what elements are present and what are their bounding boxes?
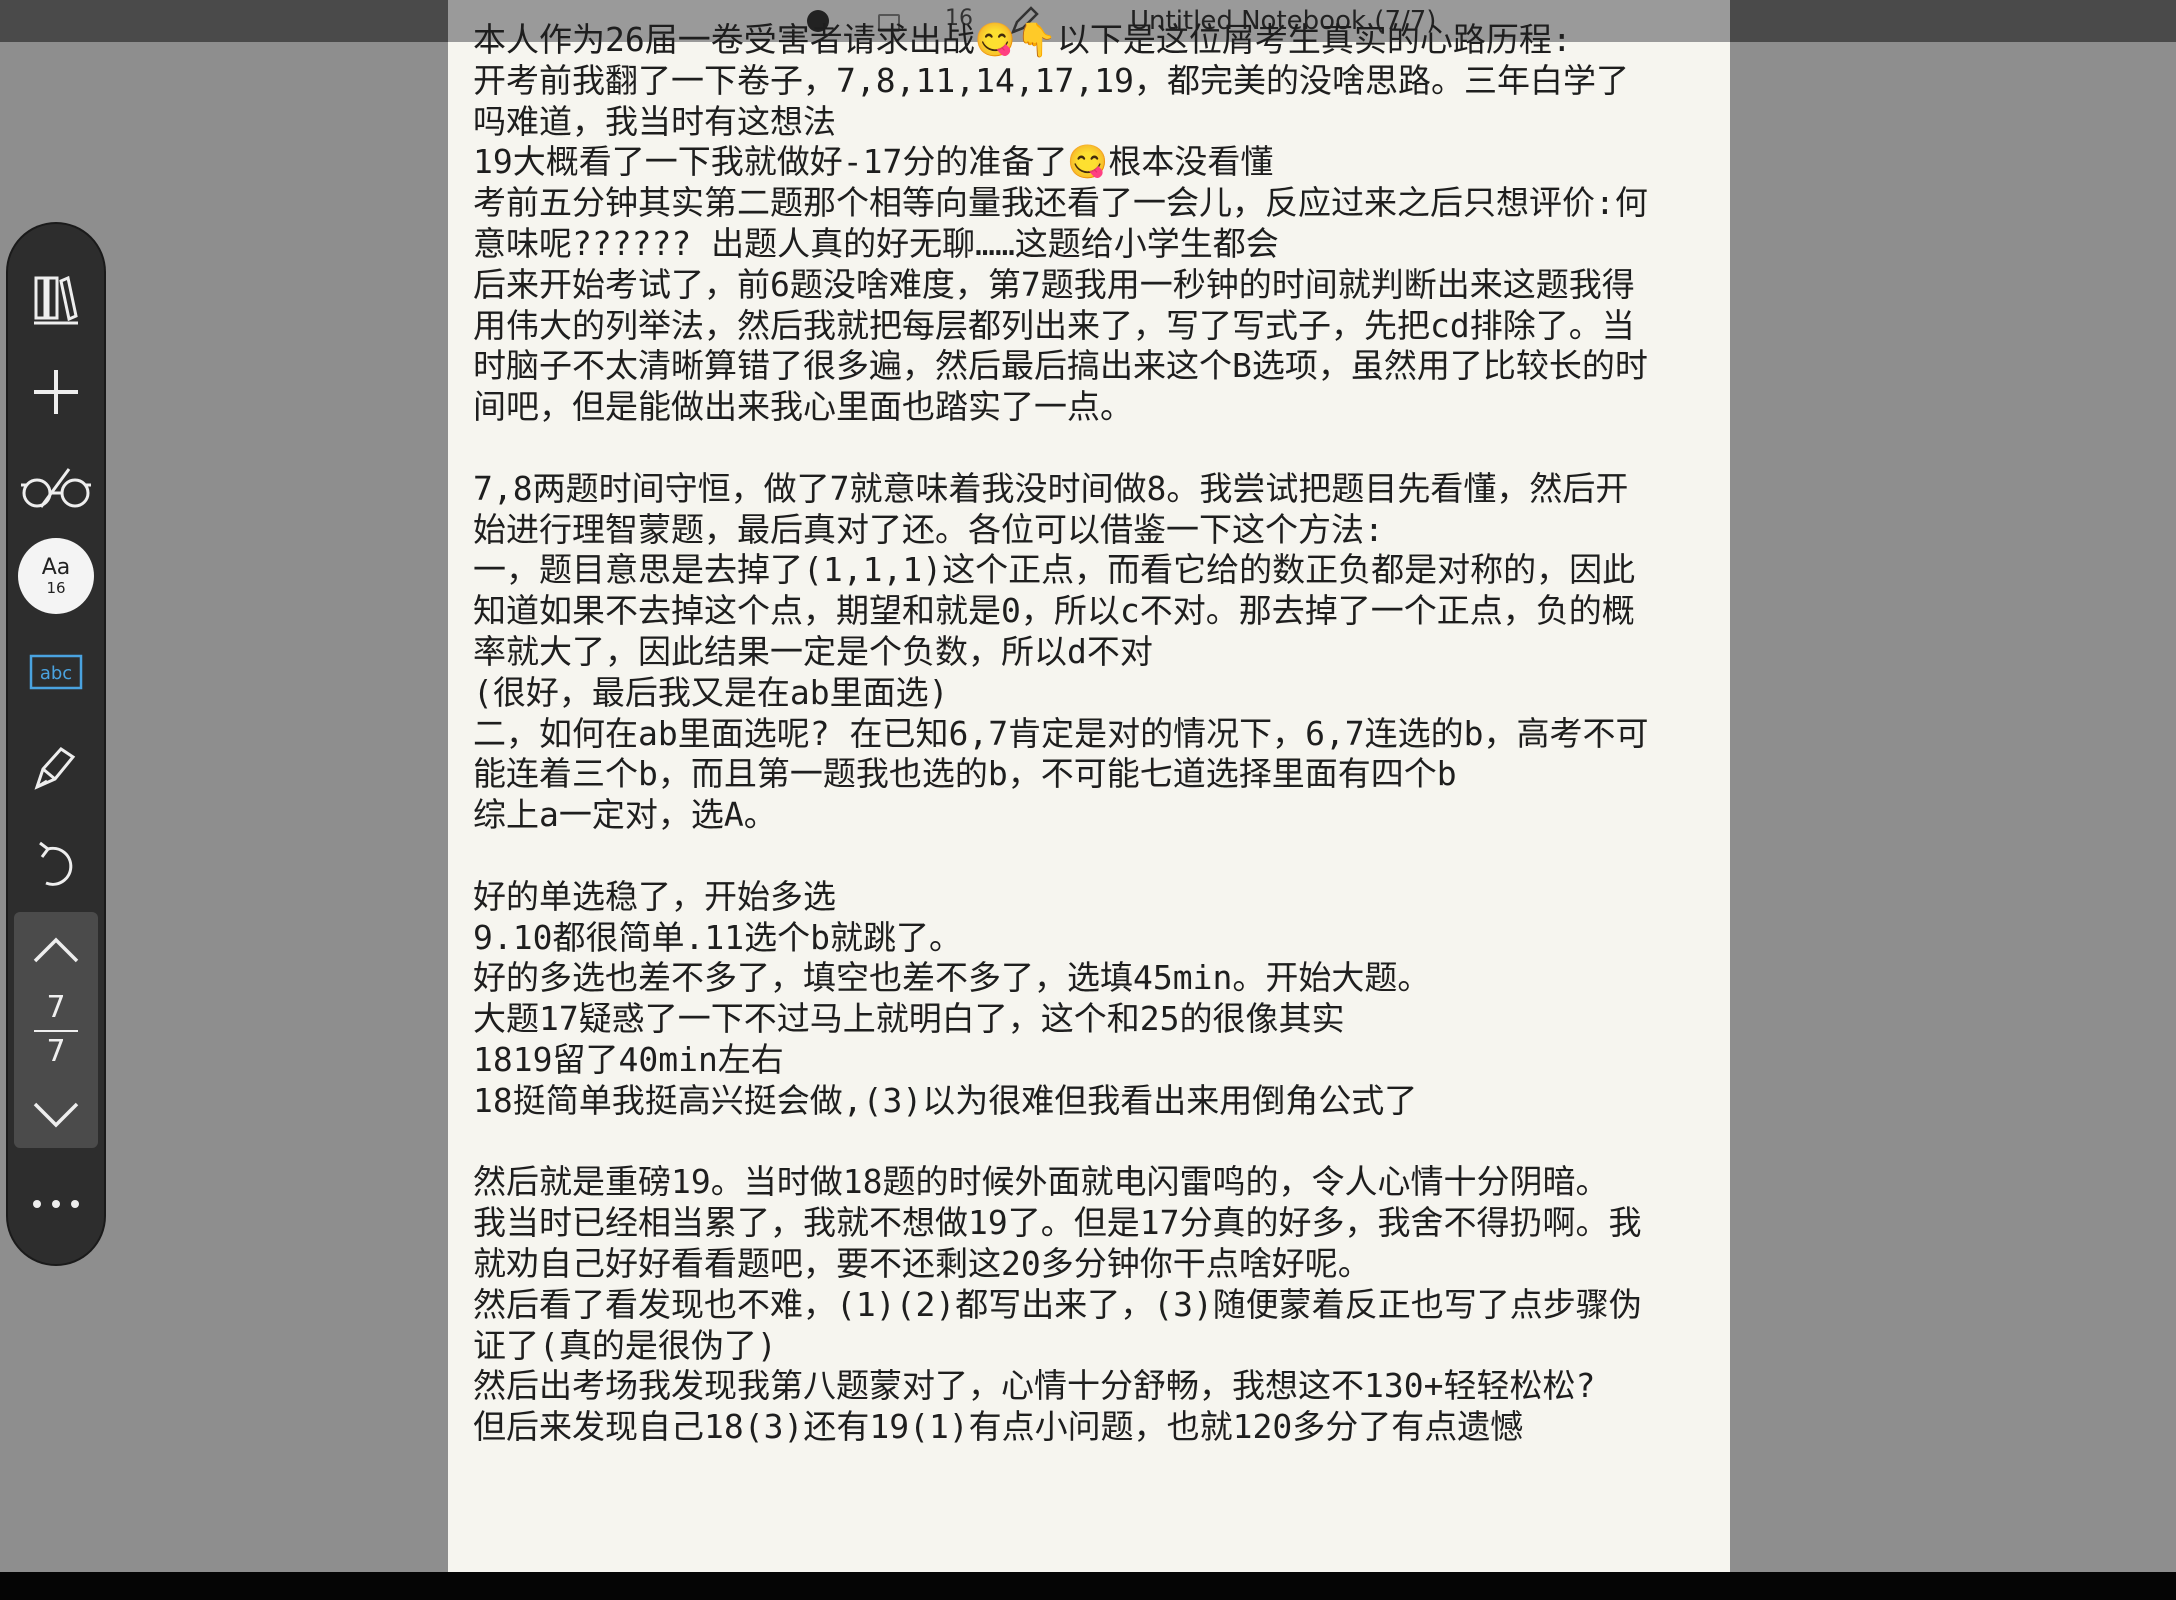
note-line: 然后看了看发现也不难，(1)(2)都写出来了，(3)随便蒙着反正也写了点步骤伪 (473, 1284, 1642, 1324)
note-line: 18挺简单我挺高兴挺会做,(3)以为很难但我看出来用倒角公式了 (473, 1080, 1418, 1120)
pen-tool-button[interactable] (8, 728, 104, 808)
note-line: 始进行理智蒙题，最后真对了还。各位可以借鉴一下这个方法: (473, 509, 1384, 549)
abc-icon: abc (29, 654, 83, 690)
bottom-bar (0, 1572, 2176, 1600)
note-line: 19大概看了一下我就做好-17分的准备了😋根本没看懂 (473, 142, 1274, 182)
note-line: 大题17疑惑了一下不过马上就明白了，这个和25的很像其实 (473, 999, 1345, 1039)
note-line: 一，题目意思是去掉了(1,1,1)这个正点，而看它给的数正负都是对称的，因此 (473, 550, 1636, 590)
note-line: 9.10都很简单.11选个b就跳了。 (473, 917, 962, 957)
note-line: 1819留了40min左右 (473, 1039, 784, 1079)
note-line: 开考前我翻了一下卷子，7,8,11,14,17,19，都完美的没啥思路。三年白学… (473, 60, 1630, 100)
note-line: 就劝自己好好看看题吧，要不还剩这20多分钟你干点啥好呢。 (473, 1243, 1371, 1283)
note-line: 用伟大的列举法，然后我就把每层都列出来了，写了写式子，先把cd排除了。当 (473, 305, 1635, 345)
note-line: 综上a一定对，选A。 (473, 795, 777, 835)
note-line (473, 428, 1713, 469)
page-divider (34, 1030, 78, 1032)
note-line: 我当时已经相当累了，我就不想做19了。但是17分真的好多，我舍不得扔啊。我 (473, 1203, 1642, 1243)
note-line (473, 1122, 1713, 1163)
note-line: 能连着三个b，而且第一题我也选的b，不可能七道选择里面有四个b (473, 754, 1457, 794)
note-line: (很好，最后我又是在ab里面选) (473, 672, 949, 712)
undo-icon (39, 841, 73, 886)
page-navigator: 7 7 (14, 912, 98, 1148)
note-line (473, 836, 1713, 877)
library-button[interactable] (8, 264, 104, 334)
abc-label: abc (40, 663, 72, 684)
more-button[interactable] (8, 1174, 104, 1234)
note-line: 然后出考场我发现我第八题蒙对了，心情十分舒畅，我想这不130+轻轻松松? (473, 1366, 1596, 1406)
note-line: 好的单选稳了，开始多选 (473, 876, 836, 916)
note-line: 7,8两题时间守恒，做了7就意味着我没时间做8。我尝试把题目先看懂，然后开 (473, 468, 1629, 508)
more-dots-icon (33, 1200, 79, 1208)
note-text[interactable]: 本人作为26届一卷受害者请求出战😋👇以下是这位屑考生真实的心路历程: 开考前我翻了… (473, 20, 1713, 1448)
font-button[interactable]: Aa 16 (8, 536, 104, 616)
chevron-up-icon (33, 937, 79, 963)
note-line: 考前五分钟其实第二题那个相等向量我还看了一会儿，反应过来之后只想评价:何 (473, 183, 1648, 223)
font-button-label: Aa (41, 555, 71, 580)
note-line: 好的多选也差不多了，填空也差不多了，选填45min。开始大题。 (473, 958, 1431, 998)
prev-page-button[interactable] (8, 920, 104, 980)
undo-button[interactable] (8, 824, 104, 904)
next-page-button[interactable] (8, 1084, 104, 1144)
font-button-size: 16 (46, 579, 66, 597)
note-line: 时脑子不太清晰算错了很多遍，然后最后搞出来这个B选项，虽然用了比较长的时 (473, 346, 1648, 386)
pen-tool-icon (34, 747, 76, 790)
note-line: 本人作为26届一卷受害者请求出战😋👇以下是这位屑考生真实的心路历程: (473, 20, 1572, 59)
glasses-icon (21, 468, 91, 508)
text-recognition-button[interactable]: abc (8, 632, 104, 712)
total-pages: 7 (46, 1034, 66, 1069)
note-line: 二，如何在ab里面选呢? 在已知6,7肯定是对的情况下，6,7连选的b，高考不可 (473, 713, 1649, 753)
library-icon (34, 275, 78, 325)
note-line: 意味呢?????? 出题人真的好无聊……这题给小学生都会 (473, 223, 1279, 263)
note-line: 证了(真的是很伪了) (473, 1325, 777, 1365)
add-button[interactable] (8, 352, 104, 432)
note-line: 然后就是重磅19。当时做18题的时候外面就电闪雷鸣的，令人心情十分阴暗。 (473, 1162, 1609, 1202)
plus-icon (34, 370, 78, 414)
note-line: 但后来发现自己18(3)还有19(1)有点小问题，也就120多分了有点遗憾 (473, 1407, 1524, 1447)
chevron-down-icon (33, 1102, 79, 1128)
note-line: 间吧，但是能做出来我心里面也踏实了一点。 (473, 387, 1133, 427)
note-line: 吗难道，我当时有这想法 (473, 101, 836, 141)
note-line: 后来开始考试了，前6题没啥难度，第7题我用一秒钟的时间就判断出来这题我得 (473, 264, 1635, 304)
reading-mode-button[interactable] (8, 448, 104, 528)
note-line: 率就大了，因此结果一定是个负数，所以d不对 (473, 631, 1153, 671)
current-page: 7 (46, 990, 66, 1025)
left-toolbar: Aa 16 abc 7 7 (8, 224, 104, 1264)
note-line: 知道如果不去掉这个点，期望和就是0，所以c不对。那去掉了一个正点，负的概 (473, 591, 1635, 631)
